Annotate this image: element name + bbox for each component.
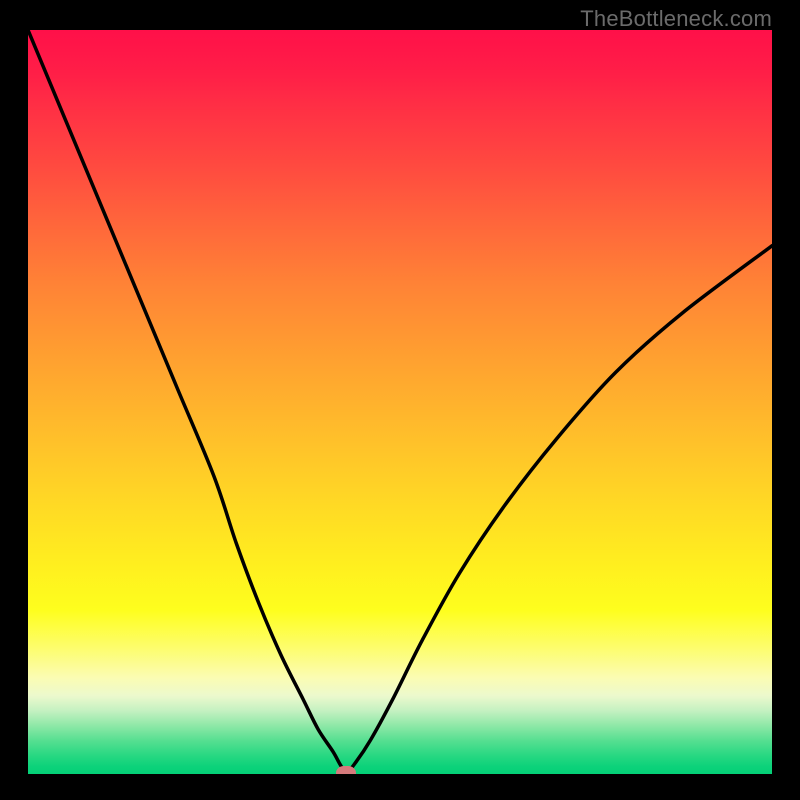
curve-svg	[28, 30, 772, 774]
watermark-text: TheBottleneck.com	[580, 6, 772, 32]
bottleneck-curve-path	[28, 30, 772, 773]
chart-frame: TheBottleneck.com	[0, 0, 800, 800]
plot-area	[28, 30, 772, 774]
optimal-point-marker	[336, 766, 356, 775]
